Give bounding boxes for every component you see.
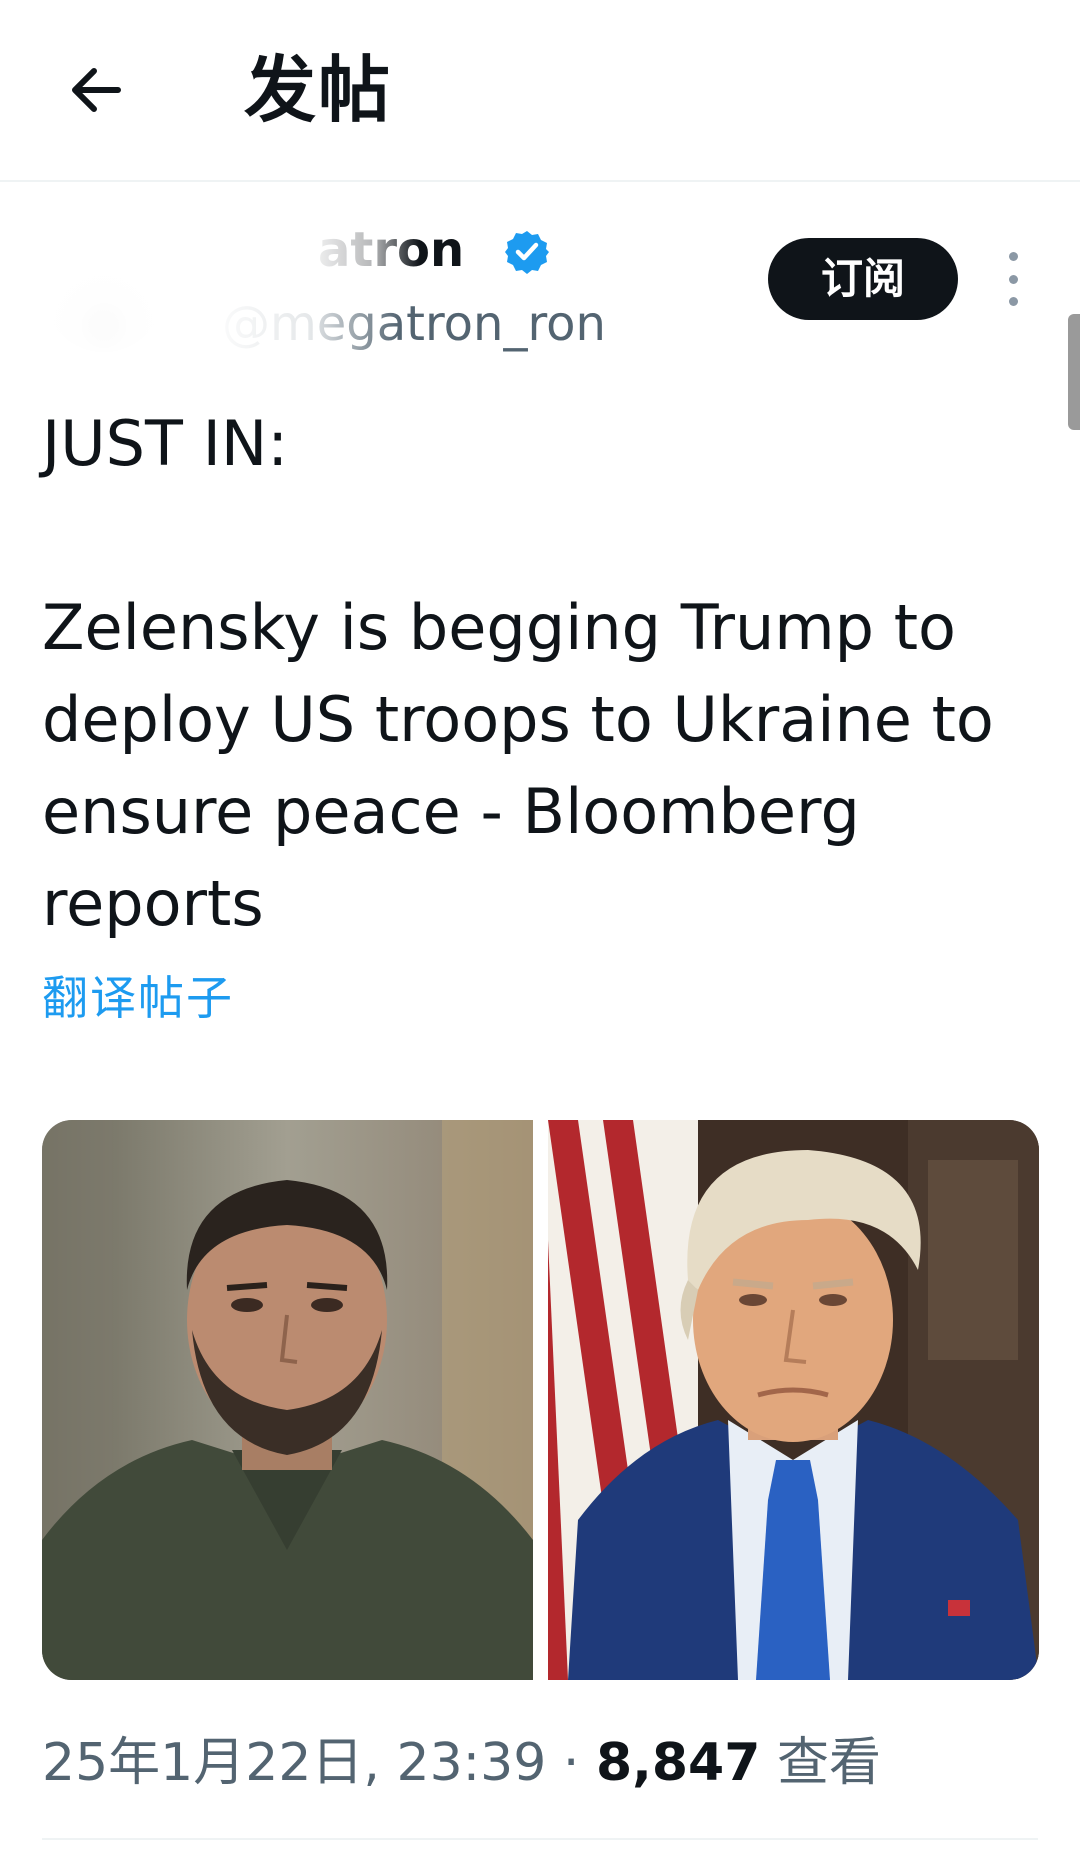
- top-app-bar: 发帖: [0, 0, 1080, 182]
- post-media-grid: [42, 1120, 1039, 1680]
- views-count[interactable]: 8,847: [596, 1733, 760, 1793]
- views-label: 查看: [776, 1733, 881, 1793]
- back-button[interactable]: [56, 50, 136, 130]
- subscribe-button[interactable]: 订阅: [768, 238, 958, 320]
- handle-redaction: [200, 292, 400, 356]
- more-vertical-icon-dot: [1008, 274, 1018, 284]
- name-redaction: [300, 218, 420, 282]
- photo-trump[interactable]: [548, 1120, 1039, 1680]
- more-vertical-icon: [1008, 252, 1018, 261]
- page-title: 发帖: [244, 48, 393, 132]
- meta-separator: ·: [562, 1733, 580, 1793]
- post-text: JUST IN: Zelensky is begging Trump to de…: [42, 407, 994, 940]
- arrow-left-icon: [72, 68, 121, 112]
- post-detail-page: 发帖 atron @megatron_ron 订阅 JUST IN: Zelen…: [0, 0, 1080, 1859]
- divider: [42, 1838, 1038, 1840]
- photo-zelensky[interactable]: [42, 1120, 533, 1680]
- scrollbar-thumb[interactable]: [1068, 314, 1080, 430]
- post-timestamp[interactable]: 25年1月22日, 23:39: [42, 1733, 546, 1793]
- more-vertical-icon-dot: [1008, 297, 1018, 306]
- post-meta: 25年1月22日, 23:39 · 8,847 查看: [42, 1728, 881, 1798]
- portrait-image: [548, 1120, 1039, 1680]
- translate-post-link[interactable]: 翻译帖子: [42, 966, 234, 1030]
- portrait-image: [42, 1120, 533, 1680]
- verified-badge-icon: [505, 231, 549, 274]
- more-options-button[interactable]: [1000, 252, 1026, 306]
